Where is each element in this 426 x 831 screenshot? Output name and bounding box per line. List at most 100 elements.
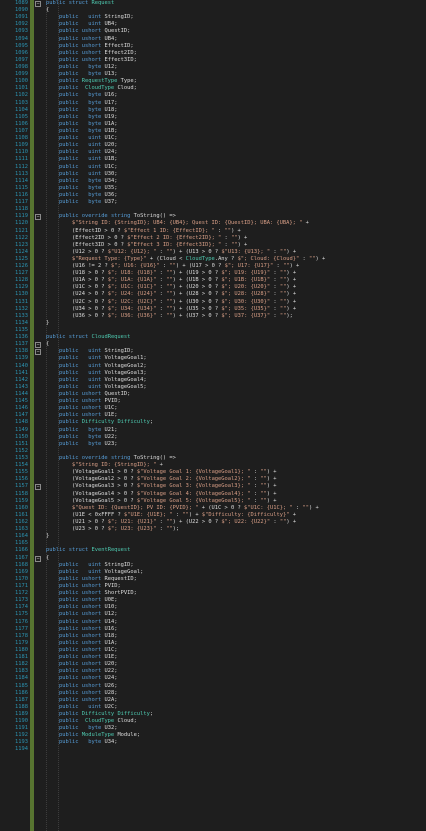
code-line[interactable]: public byte U32; — [46, 725, 426, 732]
code-line[interactable] — [46, 746, 426, 753]
code-line[interactable]: public ushort PVID; — [46, 398, 426, 405]
code-line[interactable]: public RequestType Type; — [46, 78, 426, 85]
code-line[interactable]: public ushort U0E; — [46, 597, 426, 604]
code-line[interactable]: public CloudType Cloud; — [46, 718, 426, 725]
collapse-icon[interactable]: − — [35, 555, 41, 562]
code-line[interactable]: (Effect3ID > 0 ? $"Effect 3 ID: {Effect3… — [46, 242, 426, 249]
code-line[interactable]: public ushort ShortPVID; — [46, 590, 426, 597]
code-line[interactable]: public ushort U22; — [46, 668, 426, 675]
code-line[interactable]: public uint VoltageGoal2; — [46, 363, 426, 370]
code-line[interactable]: public ushort U16; — [46, 626, 426, 633]
code-line[interactable]: public uint StringID; — [46, 348, 426, 355]
code-line[interactable]: public ushort U1E; — [46, 412, 426, 419]
code-line[interactable]: public Difficulty Difficulty; — [46, 711, 426, 718]
code-line[interactable]: public uint U1C; — [46, 164, 426, 171]
code-line[interactable]: public ushort U24; — [46, 675, 426, 682]
code-line[interactable]: public ushort U20; — [46, 661, 426, 668]
code-line[interactable]: public byte U35; — [46, 185, 426, 192]
code-line[interactable]: public uint U1B; — [46, 156, 426, 163]
code-line[interactable]: (Effect2ID > 0 ? $"Effect 2 ID: {Effect2… — [46, 235, 426, 242]
code-line[interactable]: public ushort EffectID; — [46, 43, 426, 50]
code-line[interactable]: public uint VoltageGoal1; — [46, 355, 426, 362]
code-line[interactable] — [46, 327, 426, 334]
code-line[interactable]: public override string ToString() => — [46, 213, 426, 220]
code-line[interactable]: public override string ToString() => — [46, 455, 426, 462]
code-line[interactable]: (U1E < 0xFFFF ? $"U1E: {U1E}; " : "") + … — [46, 512, 426, 519]
code-line[interactable]: public ushort U10; — [46, 604, 426, 611]
code-line[interactable]: public ModuleType Module; — [46, 732, 426, 739]
code-line[interactable]: public ushort U1C; — [46, 405, 426, 412]
code-line[interactable]: } — [46, 533, 426, 540]
code-line[interactable]: public struct Request — [46, 0, 426, 7]
code-line[interactable]: (U1C > 0 ? $"; U1C: {U1C}" : "") + (U20 … — [46, 284, 426, 291]
code-line[interactable]: (U12 > 0 ? $"U12: {U12}; " : "") + (U13 … — [46, 249, 426, 256]
code-line[interactable]: (VoltageGoal3 > 0 ? $"Voltage Goal 3: {V… — [46, 483, 426, 490]
code-line[interactable]: public ushort U2A; — [46, 697, 426, 704]
code-line[interactable]: public uint StringID; — [46, 14, 426, 21]
code-line[interactable]: public byte U34; — [46, 178, 426, 185]
code-line[interactable]: (U36 > 0 ? $"; U36: {U36}" : "") + (U37 … — [46, 313, 426, 320]
collapse-icon[interactable]: − — [35, 484, 41, 491]
code-line[interactable]: public byte U1A; — [46, 121, 426, 128]
code-line[interactable]: $"Quest ID: {QuestID}; PV ID: {PVID}; " … — [46, 505, 426, 512]
code-line[interactable]: (VoltageGoal4 > 0 ? $"Voltage Goal 4: {V… — [46, 491, 426, 498]
code-line[interactable]: (EffectID > 0 ? $"Effect 1 ID: {EffectID… — [46, 228, 426, 235]
code-editor[interactable]: 1089 1090 1091 1092 1093 1094 1095 1096 1097 1098… — [0, 0, 426, 831]
code-line[interactable]: { — [46, 555, 426, 562]
code-line[interactable]: (VoltageGoal5 > 0 ? $"Voltage Goal 5: {V… — [46, 498, 426, 505]
code-line[interactable] — [46, 540, 426, 547]
code-line[interactable]: (U24 > 0 ? $"; U24: {U24}" : "") + (U28 … — [46, 291, 426, 298]
code-line[interactable]: public byte U37; — [46, 199, 426, 206]
code-line[interactable]: public uint U1C; — [46, 135, 426, 142]
code-line[interactable]: public ushort UB4; — [46, 36, 426, 43]
code-line[interactable]: (U16 != 2 ? $"; U16: {U16}" : "") + (U17… — [46, 263, 426, 270]
code-line[interactable]: public byte U1B; — [46, 128, 426, 135]
code-line[interactable]: { — [46, 341, 426, 348]
collapse-icon[interactable]: − — [35, 342, 41, 349]
code-line[interactable]: (U2C > 0 ? $"; U2C: {U2C}" : "") + (U30 … — [46, 299, 426, 306]
code-line[interactable]: $"String ID: {StringID}; " + — [46, 462, 426, 469]
code-line[interactable]: public byte U13; — [46, 71, 426, 78]
code-line[interactable]: public uint VoltageGoal; — [46, 569, 426, 576]
code-line[interactable]: public ushort U1C; — [46, 647, 426, 654]
code-line[interactable]: public uint VoltageGoal5; — [46, 384, 426, 391]
code-line[interactable]: public struct EventRequest — [46, 547, 426, 554]
code-area[interactable]: public struct Request { public uint Strin… — [46, 0, 426, 831]
code-line[interactable]: public ushort U18; — [46, 633, 426, 640]
code-line[interactable]: public byte U36; — [46, 192, 426, 199]
code-line[interactable]: public ushort U12; — [46, 611, 426, 618]
code-line[interactable]: public ushort Effect2ID; — [46, 50, 426, 57]
code-line[interactable]: public byte U12; — [46, 64, 426, 71]
code-line[interactable]: public ushort Effect3ID; — [46, 57, 426, 64]
collapse-icon[interactable]: − — [35, 349, 41, 356]
code-line[interactable]: $"String ID: {StringID}; UB4: {UB4}; Que… — [46, 220, 426, 227]
collapse-icon[interactable]: − — [35, 214, 41, 221]
code-line[interactable] — [46, 448, 426, 455]
code-line[interactable]: } — [46, 320, 426, 327]
code-line[interactable]: public ushort U1A; — [46, 640, 426, 647]
code-line[interactable]: (U18 > 0 ? $"; U18: {U18}" : "") + (U19 … — [46, 270, 426, 277]
code-line[interactable]: $"Request Type: {Type}" + (Cloud < Cloud… — [46, 256, 426, 263]
code-line[interactable]: public byte U16; — [46, 92, 426, 99]
code-line[interactable]: public uint UB4; — [46, 21, 426, 28]
code-line[interactable]: public ushort RequestID; — [46, 576, 426, 583]
code-line[interactable]: public ushort U26; — [46, 683, 426, 690]
code-line[interactable]: (VoltageGoal2 > 0 ? $"Voltage Goal 2: {V… — [46, 476, 426, 483]
code-line[interactable]: (U34 > 0 ? $"; U34: {U34}" : "") + (U35 … — [46, 306, 426, 313]
code-line[interactable]: public Difficulty Difficulty; — [46, 419, 426, 426]
code-line[interactable]: public ushort QuestID; — [46, 28, 426, 35]
code-line[interactable]: public uint U24; — [46, 149, 426, 156]
code-line[interactable]: public byte U19; — [46, 114, 426, 121]
code-line[interactable]: public uint U30; — [46, 171, 426, 178]
code-line[interactable]: (U23 > 0 ? $"; U23: {U23}" : ""); — [46, 526, 426, 533]
code-line[interactable]: (U1A > 0 ? $"; U1A: {U1A}" : "") + (U1B … — [46, 277, 426, 284]
code-line[interactable] — [46, 206, 426, 213]
code-line[interactable]: public byte U34; — [46, 739, 426, 746]
code-line[interactable]: public ushort U14; — [46, 619, 426, 626]
code-line[interactable]: public byte U18; — [46, 107, 426, 114]
code-line[interactable]: public ushort U1E; — [46, 654, 426, 661]
code-line[interactable]: public struct CloudRequest — [46, 334, 426, 341]
code-line[interactable]: public byte U21; — [46, 427, 426, 434]
code-line[interactable]: (VoltageGoal1 > 0 ? $"Voltage Goal 1: {V… — [46, 469, 426, 476]
code-line[interactable]: public uint U20; — [46, 142, 426, 149]
